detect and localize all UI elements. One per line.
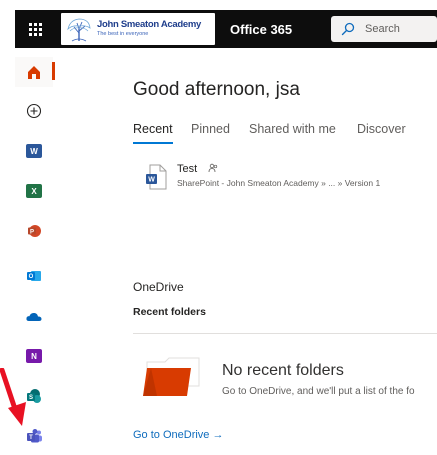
rail-outlook[interactable]: O [15, 261, 53, 291]
svg-text:T: T [29, 435, 33, 441]
app-launcher-button[interactable] [15, 10, 55, 48]
app-title[interactable]: Office 365 [230, 22, 292, 37]
home-icon [28, 66, 40, 79]
search-box[interactable]: Search [331, 16, 437, 42]
svg-text:P: P [30, 229, 34, 235]
tab-pinned[interactable]: Pinned [191, 122, 230, 136]
plus-circle-icon [26, 103, 42, 119]
rail-word[interactable]: W [15, 136, 53, 166]
go-to-onedrive-link[interactable]: Go to OneDrive → [133, 429, 223, 441]
school-logo[interactable]: John Smeaton Academy The best in everyon… [61, 13, 215, 45]
svg-text:W: W [148, 177, 155, 184]
powerpoint-icon: P [28, 225, 41, 237]
recent-folders-label: Recent folders [133, 306, 206, 318]
rail-excel[interactable]: X [15, 176, 53, 206]
outlook-icon: O [27, 271, 41, 281]
file-path: SharePoint - John Smeaton Academy » ... … [177, 178, 381, 188]
red-annotation-arrow-icon [0, 368, 26, 426]
onedrive-section-title: OneDrive [133, 280, 184, 294]
recent-file-row[interactable]: W Test SharePoint - John Smeaton Academy… [133, 160, 437, 196]
word-document-icon: W [146, 164, 167, 190]
file-name: Test [177, 163, 198, 175]
tab-discover[interactable]: Discover [357, 122, 406, 136]
waffle-icon [28, 22, 42, 36]
search-icon [341, 22, 355, 36]
school-name: John Smeaton Academy [97, 19, 201, 30]
empty-state-title: No recent folders [222, 362, 344, 379]
school-tagline: The best in everyone [97, 31, 149, 37]
top-bar: John Smeaton Academy The best in everyon… [15, 10, 437, 48]
tree-logo-icon [67, 18, 91, 42]
home-active-indicator [52, 62, 55, 80]
word-icon: W [26, 144, 42, 158]
empty-state-description: Go to OneDrive, and we'll put a list of … [222, 386, 415, 397]
tab-shared-with-me[interactable]: Shared with me [249, 122, 336, 136]
section-divider [133, 333, 437, 334]
excel-icon: X [26, 184, 42, 198]
rail-home[interactable] [15, 57, 53, 87]
svg-text:O: O [29, 274, 34, 280]
rail-onedrive[interactable] [15, 301, 53, 331]
greeting-heading: Good afternoon, jsa [133, 79, 300, 100]
tab-recent[interactable]: Recent [133, 122, 173, 136]
search-placeholder: Search [365, 23, 400, 35]
rail-create[interactable] [15, 96, 53, 126]
tab-recent-underline [133, 142, 173, 144]
rail-powerpoint[interactable]: P [15, 216, 53, 246]
onedrive-icon [26, 312, 42, 321]
empty-folder-illustration-icon [143, 357, 200, 396]
shared-people-icon [208, 163, 218, 173]
rail-onenote[interactable]: N [15, 341, 53, 371]
teams-icon: T [26, 429, 42, 443]
onenote-icon: N [26, 349, 42, 363]
